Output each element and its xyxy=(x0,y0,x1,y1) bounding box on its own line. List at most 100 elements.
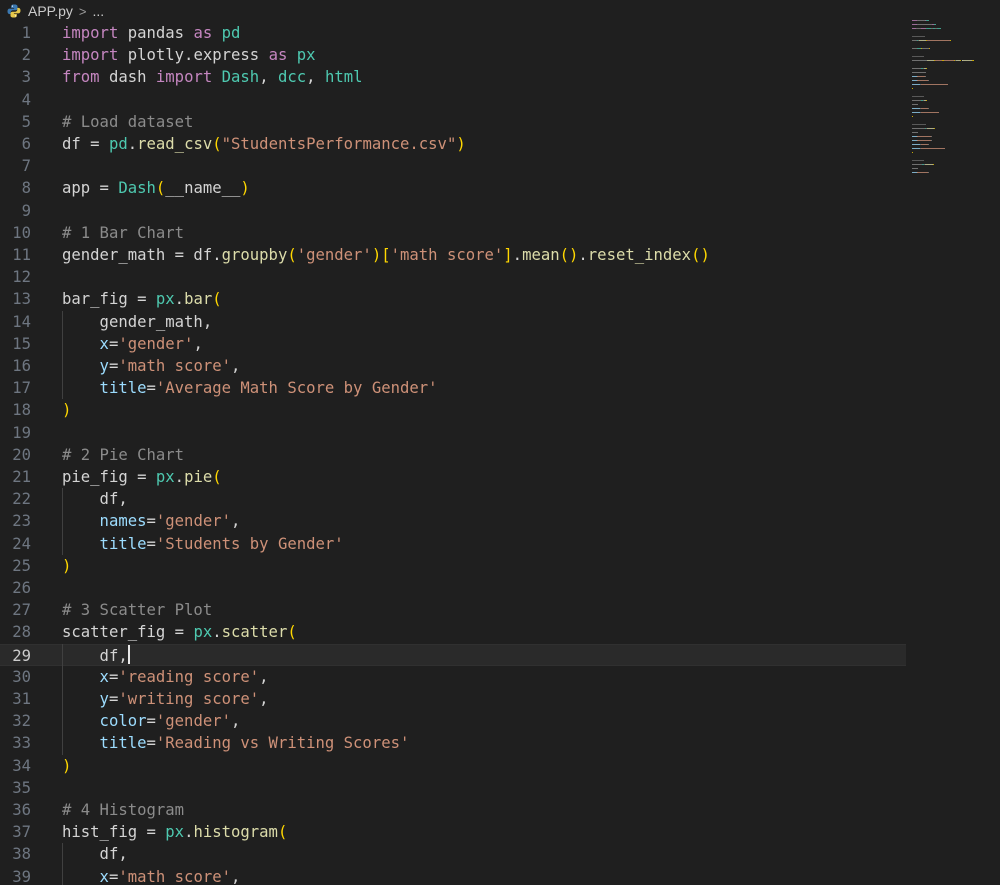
code-line[interactable]: 35 xyxy=(0,777,906,799)
minimap[interactable] xyxy=(912,20,992,190)
code-token: = xyxy=(146,379,156,398)
minimap-token xyxy=(912,112,921,113)
minimap-token xyxy=(912,100,921,101)
code-line[interactable]: 14 gender_math, xyxy=(0,311,906,333)
minimap-token xyxy=(912,148,921,149)
code-text: # 2 Pie Chart xyxy=(62,444,184,466)
code-line[interactable]: 17 title='Average Math Score by Gender' xyxy=(0,377,906,399)
code-line[interactable]: 36 # 4 Histogram xyxy=(0,799,906,821)
code-token: y xyxy=(62,690,109,708)
code-editor[interactable]: 1 import pandas as pd 2 import plotly.expre… xyxy=(0,22,1000,885)
code-line[interactable]: 31 y='writing score', xyxy=(0,688,906,710)
minimap-token xyxy=(917,24,932,25)
code-line[interactable]: 26 xyxy=(0,577,906,599)
code-line[interactable]: 24 title='Students by Gender' xyxy=(0,533,906,555)
minimap-token xyxy=(929,48,931,49)
code-line[interactable]: 32 color='gender', xyxy=(0,710,906,732)
code-token: names xyxy=(62,512,147,531)
code-line[interactable]: 12 xyxy=(0,266,906,288)
code-token: pd xyxy=(108,135,128,153)
code-token: = xyxy=(108,667,119,686)
code-line[interactable]: 16 y='math score', xyxy=(0,355,906,377)
code-token: [ xyxy=(381,246,391,264)
line-number: 15 xyxy=(12,334,31,353)
minimap-token xyxy=(917,136,931,137)
code-line[interactable]: 27 # 3 Scatter Plot xyxy=(0,599,906,621)
code-line[interactable]: 37 hist_fig = px.histogram( xyxy=(0,821,906,843)
code-token: y xyxy=(62,357,109,375)
line-number: 33 xyxy=(12,734,31,753)
minimap-token xyxy=(917,20,925,21)
python-file-icon xyxy=(6,3,22,19)
code-line[interactable]: 23 names='gender', xyxy=(0,510,906,532)
minimap-token xyxy=(928,80,930,81)
line-number: 24 xyxy=(12,534,31,553)
breadcrumb-file[interactable]: APP.py xyxy=(28,3,73,19)
code-token: __name__ xyxy=(165,179,241,198)
minimap-token xyxy=(912,144,921,145)
code-line[interactable]: 9 xyxy=(0,200,906,222)
code-token: from xyxy=(62,68,100,87)
breadcrumb-more[interactable]: ... xyxy=(92,3,104,19)
code-line[interactable]: 15 x='gender', xyxy=(0,333,906,355)
code-token: import xyxy=(62,46,119,65)
minimap-token xyxy=(912,168,919,169)
code-token: ( xyxy=(155,179,166,198)
line-number: 12 xyxy=(12,268,31,287)
code-text: # 4 Histogram xyxy=(62,799,184,821)
code-text: from dash import Dash, dcc, html xyxy=(62,66,363,88)
code-token: , xyxy=(193,334,203,353)
code-token: = xyxy=(108,357,119,375)
code-line[interactable]: 29 df, xyxy=(0,643,906,666)
code-text: pie_fig = px.pie( xyxy=(62,466,222,488)
code-line[interactable]: 20 # 2 Pie Chart xyxy=(0,444,906,466)
code-line[interactable]: 22 df, xyxy=(0,488,906,510)
code-token: pd xyxy=(212,24,241,42)
code-line[interactable]: 30 x='reading score', xyxy=(0,666,906,688)
code-line[interactable]: 2 import plotly.express as px xyxy=(0,44,906,66)
minimap-token xyxy=(928,108,930,109)
code-line[interactable]: 11 gender_math = df.groupby('gender')['ma… xyxy=(0,244,906,266)
line-number: 9 xyxy=(21,201,31,220)
line-number: 21 xyxy=(12,468,31,486)
minimap-token xyxy=(912,160,924,161)
code-line[interactable]: 21 pie_fig = px.pie( xyxy=(0,466,906,488)
code-line[interactable]: 8 app = Dash(__name__) xyxy=(0,177,906,199)
code-line[interactable]: 7 xyxy=(0,155,906,177)
code-text: app = Dash(__name__) xyxy=(62,177,250,199)
code-line[interactable]: 3 from dash import Dash, dcc, html xyxy=(0,66,906,88)
minimap-token xyxy=(937,28,941,29)
minimap-token xyxy=(917,140,931,141)
line-number: 18 xyxy=(12,401,31,420)
code-token: = xyxy=(146,712,156,731)
code-token: 'math score' xyxy=(118,357,232,375)
code-token: ( xyxy=(287,623,297,642)
indent-guide xyxy=(62,488,63,555)
minimap-token xyxy=(930,136,932,137)
code-text: title='Average Math Score by Gender' xyxy=(62,377,438,399)
code-line[interactable]: 18) xyxy=(0,399,906,421)
minimap-token xyxy=(921,148,946,149)
code-line[interactable]: 5 # Load dataset xyxy=(0,111,906,133)
line-number: 17 xyxy=(12,379,31,398)
code-line[interactable]: 4 xyxy=(0,89,906,111)
code-token: , xyxy=(231,357,241,375)
code-text: hist_fig = px.histogram( xyxy=(62,821,287,843)
code-token: bar_fig = xyxy=(62,290,156,309)
code-line[interactable]: 1 import pandas as pd xyxy=(0,22,906,44)
minimap-token xyxy=(912,56,924,57)
code-line[interactable]: 19 xyxy=(0,422,906,444)
code-token: import xyxy=(62,24,119,42)
code-line[interactable]: 34) xyxy=(0,755,906,777)
code-line[interactable]: 33 title='Reading vs Writing Scores' xyxy=(0,732,906,754)
code-token: ) xyxy=(456,135,466,153)
code-line[interactable]: 28 scatter_fig = px.scatter( xyxy=(0,621,906,643)
code-line[interactable]: 10 # 1 Bar Chart xyxy=(0,222,906,244)
code-token: = xyxy=(146,512,156,531)
code-line[interactable]: 38 df, xyxy=(0,843,906,865)
code-line[interactable]: 13 bar_fig = px.bar( xyxy=(0,288,906,310)
code-line[interactable]: 6 df = pd.read_csv("StudentsPerformance.c… xyxy=(0,133,906,155)
code-line[interactable]: 25) xyxy=(0,555,906,577)
line-number: 37 xyxy=(12,823,31,842)
code-line[interactable]: 39 x='math score', xyxy=(0,866,906,885)
